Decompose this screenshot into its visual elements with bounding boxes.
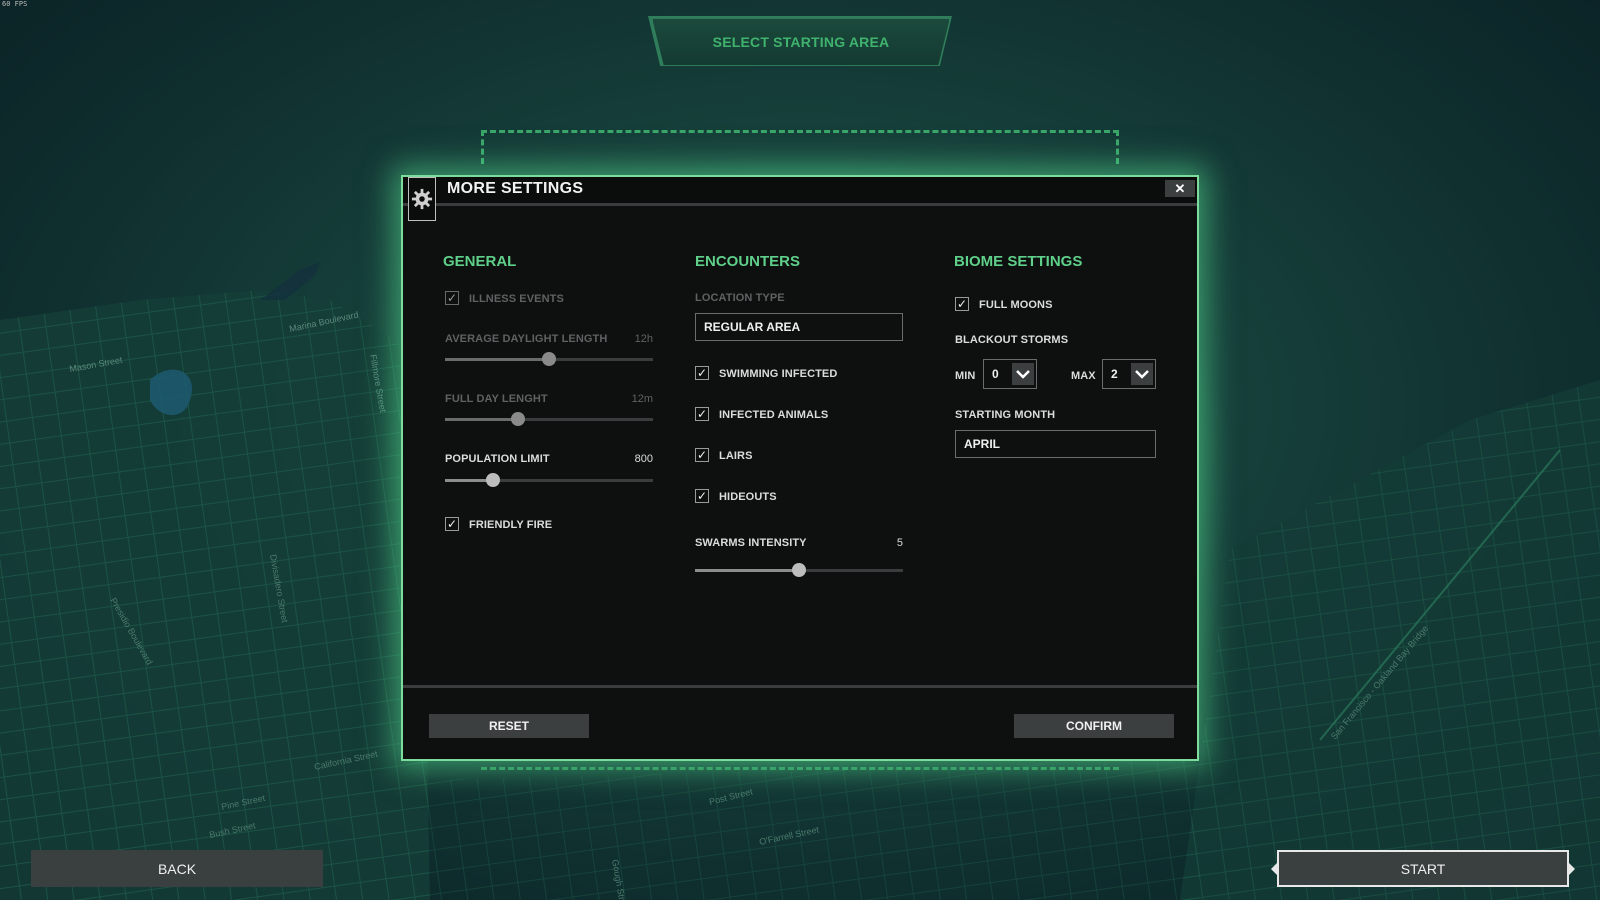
swarms-intensity-value: 5 xyxy=(896,537,903,549)
full-moons-label: FULL MOONS xyxy=(979,299,1053,311)
daylight-slider[interactable] xyxy=(445,352,653,366)
swarms-intensity-slider-handle[interactable] xyxy=(792,563,806,577)
fps-counter: 60 FPS xyxy=(2,0,28,8)
swimming-infected-label: SWIMMING INFECTED xyxy=(719,368,838,380)
chevron-down-icon xyxy=(1131,363,1153,385)
swarms-intensity-label: SWARMS INTENSITY xyxy=(695,537,807,549)
illness-events-label: ILLNESS EVENTS xyxy=(469,293,564,305)
daylight-slider-handle[interactable] xyxy=(542,352,556,366)
blackout-min-value: 0 xyxy=(992,367,999,381)
population-limit-slider-handle[interactable] xyxy=(485,473,500,487)
swarms-intensity-slider-fill xyxy=(695,569,799,572)
full-day-length-value: 12m xyxy=(631,393,653,405)
starting-month-label: STARTING MONTH xyxy=(955,409,1056,421)
full-day-length-slider-handle[interactable] xyxy=(510,412,525,426)
encounters-heading: ENCOUNTERS xyxy=(695,253,801,270)
friendly-fire-label: FRIENDLY FIRE xyxy=(469,519,553,531)
blackout-max-label: MAX xyxy=(1071,370,1096,382)
start-right-arrow-icon xyxy=(1569,863,1575,875)
blackout-min-label: MIN xyxy=(955,370,976,382)
hideouts-checkbox[interactable]: ✓ xyxy=(695,489,709,503)
gear-icon xyxy=(408,177,436,221)
biome-settings-heading: BIOME SETTINGS xyxy=(954,253,1083,270)
starting-month-field[interactable]: APRIL xyxy=(955,430,1156,458)
daylight-label: AVERAGE DAYLIGHT LENGTH xyxy=(445,333,608,345)
full-day-length-slider-fill xyxy=(445,418,518,421)
location-type-label: LOCATION TYPE xyxy=(695,292,785,304)
start-button[interactable]: START xyxy=(1277,850,1569,887)
blackout-max-value: 2 xyxy=(1111,367,1118,381)
population-limit-value: 800 xyxy=(634,453,653,465)
population-limit-label: POPULATION LIMIT xyxy=(445,453,550,465)
dialog-title: MORE SETTINGS xyxy=(447,180,584,197)
full-day-length-label: FULL DAY LENGHT xyxy=(445,393,548,405)
select-area-banner: SELECT STARTING AREA xyxy=(652,18,950,66)
location-type-field[interactable]: REGULAR AREA xyxy=(695,313,903,341)
infected-animals-label: INFECTED ANIMALS xyxy=(719,409,829,421)
friendly-fire-checkbox[interactable]: ✓ xyxy=(445,517,459,531)
banner-text: SELECT STARTING AREA xyxy=(712,34,890,50)
more-settings-dialog: MORE SETTINGS ✕ GENERAL ✓ ILLNESS EVENTS… xyxy=(401,175,1199,761)
back-button[interactable]: BACK xyxy=(31,850,323,887)
full-day-length-slider[interactable] xyxy=(445,412,653,426)
close-button[interactable]: ✕ xyxy=(1165,180,1195,197)
chevron-down-icon xyxy=(1012,363,1034,385)
selection-outline-top xyxy=(481,130,1119,133)
dialog-footer-divider xyxy=(403,685,1197,688)
infected-animals-checkbox[interactable]: ✓ xyxy=(695,407,709,421)
illness-events-checkbox[interactable]: ✓ xyxy=(445,291,459,305)
reset-button[interactable]: RESET xyxy=(429,714,589,738)
daylight-slider-fill xyxy=(445,358,549,361)
population-limit-slider[interactable] xyxy=(445,473,653,487)
hideouts-label: HIDEOUTS xyxy=(719,491,777,503)
lairs-label: LAIRS xyxy=(719,450,753,462)
daylight-value: 12h xyxy=(634,333,653,345)
blackout-min-select[interactable]: 0 xyxy=(983,359,1037,389)
general-heading: GENERAL xyxy=(443,253,517,270)
close-icon: ✕ xyxy=(1174,180,1186,196)
confirm-button[interactable]: CONFIRM xyxy=(1014,714,1174,738)
lairs-checkbox[interactable]: ✓ xyxy=(695,448,709,462)
blackout-storms-label: BLACKOUT STORMS xyxy=(955,334,1069,346)
full-moons-checkbox[interactable]: ✓ xyxy=(955,297,969,311)
swimming-infected-checkbox[interactable]: ✓ xyxy=(695,366,709,380)
swarms-intensity-slider[interactable] xyxy=(695,563,903,577)
blackout-max-select[interactable]: 2 xyxy=(1102,359,1156,389)
